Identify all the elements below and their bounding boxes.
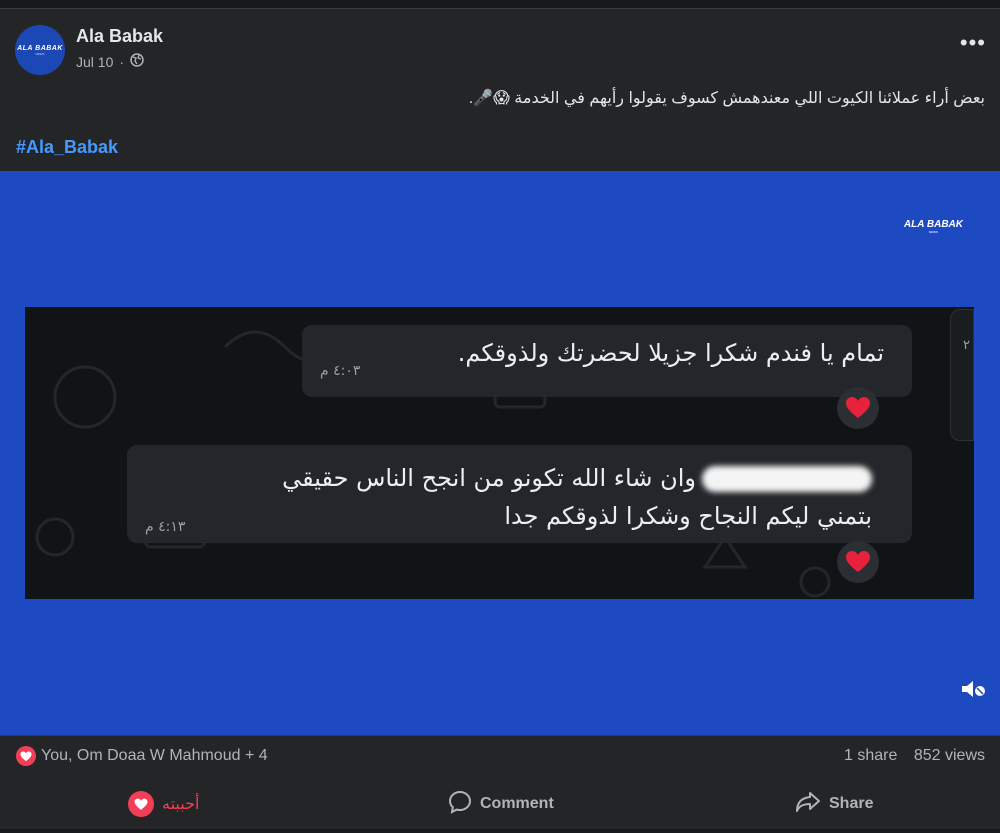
avatar-logo-text: ALA BABAK xyxy=(17,44,63,52)
post-header: ALA BABAK NEWS Ala Babak Jul 10 · ••• xyxy=(0,8,1000,88)
post-counts: 1 share 852 views xyxy=(832,747,985,765)
comment-label: Comment xyxy=(480,795,554,812)
more-icon[interactable]: ••• xyxy=(960,30,986,56)
mute-icon[interactable] xyxy=(960,678,986,705)
message-text: تمام يا فندم شكرا جزيلا لحضرتك ولذوقكم. xyxy=(457,339,884,367)
love-reaction-icon xyxy=(16,746,36,766)
media-logo-sub: NEWS xyxy=(928,230,938,234)
post-date[interactable]: Jul 10 xyxy=(76,54,113,70)
message-line-2: بتمني ليكم النجاح وشكرا لذوقكم جدا xyxy=(504,502,872,530)
post-media[interactable]: ALA BABAK NEWS ٢ تمام يا فندم شكرا جزيلا… xyxy=(0,171,1000,735)
heart-icon xyxy=(837,541,879,583)
action-bar: أحببته Comment Share xyxy=(0,780,1000,828)
message-time: ٤:١٣ م xyxy=(145,519,186,535)
post-meta: Jul 10 · xyxy=(76,53,144,70)
heart-icon xyxy=(128,791,154,817)
globe-icon xyxy=(130,53,144,70)
message-text: وان شاء الله تكونو من انجح الناس حقيقي ب… xyxy=(282,459,872,535)
view-count: 852 views xyxy=(913,747,985,764)
meta-separator: · xyxy=(119,53,125,70)
divider xyxy=(0,735,1000,736)
love-button[interactable]: أحببته xyxy=(128,780,199,828)
avatar[interactable]: ALA BABAK NEWS xyxy=(15,25,65,75)
message-time: ٤:٠٣ م xyxy=(320,363,361,379)
side-marker: ٢ xyxy=(963,337,970,352)
post-caption: بعض أراء عملائنا الكيوت اللي معندهمش كسو… xyxy=(468,90,985,107)
heart-icon xyxy=(837,387,879,429)
share-icon xyxy=(795,791,821,818)
reaction-names[interactable]: You, Om Doaa W Mahmoud + 4 xyxy=(41,747,268,765)
share-button[interactable]: Share xyxy=(795,780,873,828)
redacted-name xyxy=(702,466,872,492)
share-count[interactable]: 1 share xyxy=(844,747,897,764)
love-label: أحببته xyxy=(162,796,200,813)
engagement-stats: You, Om Doaa W Mahmoud + 4 1 share 852 v… xyxy=(0,743,1000,771)
message-line-1: وان شاء الله تكونو من انجح الناس حقيقي xyxy=(282,464,696,492)
comment-icon xyxy=(448,790,472,819)
share-label: Share xyxy=(829,795,874,812)
media-logo: ALA BABAK NEWS xyxy=(904,219,963,234)
message-bubble: تمام يا فندم شكرا جزيلا لحضرتك ولذوقكم. … xyxy=(302,325,912,397)
chat-scroll-thumb xyxy=(950,309,974,441)
message-bubble: وان شاء الله تكونو من انجح الناس حقيقي ب… xyxy=(127,445,912,543)
media-logo-text: ALA BABAK xyxy=(903,219,963,230)
comment-button[interactable]: Comment xyxy=(448,780,554,828)
chat-screenshot: ٢ تمام يا فندم شكرا جزيلا لحضرتك ولذوقكم… xyxy=(25,307,974,599)
bottom-border xyxy=(0,829,1000,833)
hashtag-link[interactable]: #Ala_Babak xyxy=(16,137,118,158)
page-name[interactable]: Ala Babak xyxy=(76,26,163,47)
avatar-logo-sub: NEWS xyxy=(35,51,45,56)
